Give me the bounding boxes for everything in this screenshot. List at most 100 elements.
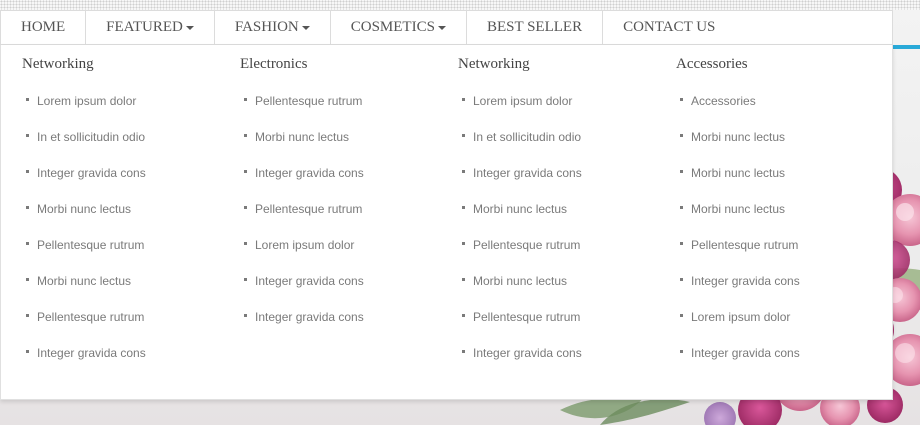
square-bullet-icon — [462, 314, 465, 317]
square-bullet-icon — [462, 170, 465, 173]
menu-link[interactable]: Pellentesque rutrum — [26, 238, 146, 274]
menu-link[interactable]: Integer gravida cons — [680, 274, 800, 310]
menu-link-label: Integer gravida cons — [691, 274, 800, 288]
column-heading[interactable]: Accessories — [676, 56, 748, 73]
square-bullet-icon — [462, 242, 465, 245]
menu-link[interactable]: Integer gravida cons — [680, 346, 800, 382]
menu-link[interactable]: Morbi nunc lectus — [680, 166, 800, 202]
menu-link[interactable]: Morbi nunc lectus — [462, 274, 582, 310]
menu-link[interactable]: Lorem ipsum dolor — [462, 94, 582, 130]
menu-link[interactable]: Pellentesque rutrum — [462, 238, 582, 274]
menu-link[interactable]: Integer gravida cons — [26, 346, 146, 382]
nav-cosmetics[interactable]: COSMETICS — [331, 11, 467, 44]
menu-link[interactable]: Pellentesque rutrum — [26, 310, 146, 346]
menu-link[interactable]: Pellentesque rutrum — [244, 202, 364, 238]
square-bullet-icon — [26, 98, 29, 101]
menu-link[interactable]: Lorem ipsum dolor — [244, 238, 364, 274]
square-bullet-icon — [26, 206, 29, 209]
square-bullet-icon — [462, 98, 465, 101]
nav-home[interactable]: HOME — [1, 11, 87, 44]
menu-link[interactable]: Integer gravida cons — [244, 310, 364, 346]
menu-link[interactable]: In et sollicitudin odio — [26, 130, 146, 166]
column-heading[interactable]: Networking — [458, 56, 530, 73]
square-bullet-icon — [462, 134, 465, 137]
square-bullet-icon — [244, 134, 247, 137]
menu-link[interactable]: Integer gravida cons — [462, 166, 582, 202]
column-heading[interactable]: Networking — [22, 56, 94, 73]
menu-link[interactable]: Accessories — [680, 94, 800, 130]
accent-line — [893, 45, 920, 49]
square-bullet-icon — [26, 350, 29, 353]
square-bullet-icon — [26, 242, 29, 245]
top-dotted-strip — [0, 0, 920, 10]
menu-link[interactable]: Integer gravida cons — [26, 166, 146, 202]
link-list: Pellentesque rutrum Morbi nunc lectus In… — [244, 94, 364, 346]
caret-down-icon — [437, 25, 446, 30]
caret-down-icon — [301, 25, 310, 30]
column-heading[interactable]: Electronics — [240, 56, 307, 73]
caret-down-icon — [185, 25, 194, 30]
menu-link[interactable]: Integer gravida cons — [462, 346, 582, 382]
square-bullet-icon — [680, 134, 683, 137]
square-bullet-icon — [462, 278, 465, 281]
menu-link-label: Pellentesque rutrum — [473, 310, 581, 324]
nav-label: HOME — [21, 19, 66, 35]
menu-link[interactable]: Morbi nunc lectus — [680, 202, 800, 238]
link-list: Lorem ipsum dolor In et sollicitudin odi… — [462, 94, 582, 382]
menu-link[interactable]: Morbi nunc lectus — [462, 202, 582, 238]
menu-link[interactable]: Morbi nunc lectus — [680, 130, 800, 166]
mega-menu-dropdown: Networking Lorem ipsum dolor In et solli… — [0, 45, 893, 400]
menu-link-label: Pellentesque rutrum — [37, 310, 145, 324]
square-bullet-icon — [244, 170, 247, 173]
menu-link-label: Pellentesque rutrum — [255, 94, 363, 108]
menu-link[interactable]: Morbi nunc lectus — [244, 130, 364, 166]
nav-fashion[interactable]: FASHION — [215, 11, 331, 44]
square-bullet-icon — [26, 278, 29, 281]
nav-label: FASHION — [234, 19, 299, 35]
nav-label: FEATURED — [106, 19, 183, 35]
menu-link[interactable]: Integer gravida cons — [244, 166, 364, 202]
menu-link-label: Integer gravida cons — [37, 166, 146, 180]
nav-featured[interactable]: FEATURED — [86, 11, 215, 44]
square-bullet-icon — [680, 350, 683, 353]
square-bullet-icon — [244, 242, 247, 245]
link-list: Lorem ipsum dolor In et sollicitudin odi… — [26, 94, 146, 382]
square-bullet-icon — [244, 314, 247, 317]
menu-link[interactable]: Morbi nunc lectus — [26, 274, 146, 310]
menu-link-label: In et sollicitudin odio — [37, 130, 146, 144]
nav-label: CONTACT US — [623, 19, 716, 35]
menu-link-label: Morbi nunc lectus — [473, 202, 568, 216]
menu-link-label: Integer gravida cons — [691, 346, 800, 360]
menu-link-label: Morbi nunc lectus — [691, 202, 786, 216]
square-bullet-icon — [26, 314, 29, 317]
square-bullet-icon — [680, 206, 683, 209]
menu-link[interactable]: Pellentesque rutrum — [680, 238, 800, 274]
link-list: Accessories Morbi nunc lectus Morbi nunc… — [680, 94, 800, 382]
square-bullet-icon — [26, 134, 29, 137]
nav-label: COSMETICS — [350, 19, 435, 35]
menu-link[interactable]: Lorem ipsum dolor — [680, 310, 800, 346]
menu-link[interactable]: Integer gravida cons — [244, 274, 364, 310]
square-bullet-icon — [244, 278, 247, 281]
menu-link-label: Pellentesque rutrum — [473, 238, 581, 252]
menu-link-label: Integer gravida cons — [473, 166, 582, 180]
menu-link-label: Integer gravida cons — [473, 346, 582, 360]
menu-link-label: Integer gravida cons — [255, 274, 364, 288]
menu-link-label: Lorem ipsum dolor — [37, 94, 137, 108]
menu-link[interactable]: Pellentesque rutrum — [244, 94, 364, 130]
menu-link-label: Integer gravida cons — [37, 346, 146, 360]
menu-link-label: Morbi nunc lectus — [691, 130, 786, 144]
square-bullet-icon — [244, 206, 247, 209]
menu-link[interactable]: Lorem ipsum dolor — [26, 94, 146, 130]
menu-link-label: Lorem ipsum dolor — [691, 310, 791, 324]
menu-link[interactable]: In et sollicitudin odio — [462, 130, 582, 166]
menu-link[interactable]: Pellentesque rutrum — [462, 310, 582, 346]
menu-link-label: Integer gravida cons — [255, 166, 364, 180]
menu-link-label: Pellentesque rutrum — [255, 202, 363, 216]
menu-link-label: Lorem ipsum dolor — [473, 94, 573, 108]
nav-contact-us[interactable]: CONTACT US — [603, 11, 735, 44]
menu-link-label: Pellentesque rutrum — [691, 238, 799, 252]
square-bullet-icon — [680, 170, 683, 173]
nav-best-seller[interactable]: BEST SELLER — [467, 11, 604, 44]
menu-link[interactable]: Morbi nunc lectus — [26, 202, 146, 238]
